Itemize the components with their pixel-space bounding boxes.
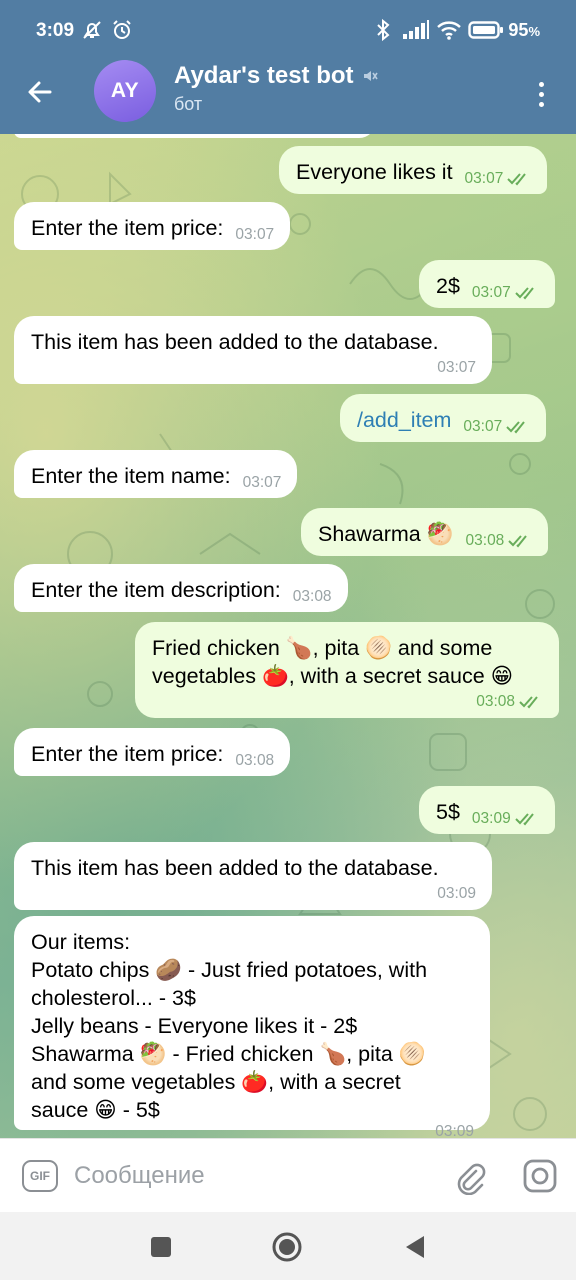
message-time: 03:08 xyxy=(465,532,505,549)
command-link[interactable]: /add_item xyxy=(357,408,451,432)
triangle-back-icon xyxy=(406,1236,424,1258)
square-icon xyxy=(151,1237,171,1257)
home-button[interactable] xyxy=(270,1230,304,1264)
message-time: 03:07 xyxy=(437,359,476,376)
battery-icon xyxy=(468,18,504,42)
chat-subtitle: бот xyxy=(174,94,203,114)
chat-toolbar: AY Aydar's test bot бот xyxy=(0,56,576,134)
message-incoming[interactable]: Enter the item name: 03:07 xyxy=(14,450,298,498)
message-outgoing[interactable]: /add_item 03:07 xyxy=(340,394,547,442)
bluetooth-icon xyxy=(374,18,394,42)
double-check-icon xyxy=(515,287,534,300)
double-check-icon xyxy=(506,421,525,434)
message-time: 03:09 xyxy=(471,810,511,827)
message-outgoing[interactable]: Shawarma 🥙 03:08 xyxy=(301,508,549,556)
silent-bell-icon xyxy=(80,18,104,42)
message-time: 03:07 xyxy=(471,284,511,301)
status-time: 3:09 xyxy=(36,20,75,41)
message-bubble-partial[interactable] xyxy=(14,134,376,138)
message-outgoing[interactable]: 5$ 03:09 xyxy=(419,786,555,834)
double-check-icon xyxy=(519,696,538,709)
message-time: 03:09 xyxy=(437,885,476,902)
message-incoming[interactable]: Our items: Potato chips 🥔 - Just fried p… xyxy=(14,916,490,1138)
back-nav-button[interactable] xyxy=(398,1230,432,1264)
message-incoming[interactable]: Enter the item description: 03:08 xyxy=(14,564,348,612)
camera-button[interactable] xyxy=(522,1158,558,1194)
message-outgoing[interactable]: Everyone likes it 03:07 xyxy=(279,146,548,194)
message-time: 03:07 xyxy=(235,226,275,243)
avatar[interactable]: AY xyxy=(94,60,156,122)
message-incoming[interactable]: Enter the item price: 03:07 xyxy=(14,202,291,250)
signal-icon xyxy=(402,18,430,42)
home-circle-icon xyxy=(272,1232,302,1262)
message-input[interactable] xyxy=(74,1159,434,1193)
message-time: 03:07 xyxy=(242,474,282,491)
back-button[interactable] xyxy=(22,74,58,110)
message-incoming[interactable]: Enter the item price: 03:08 xyxy=(14,728,291,776)
wifi-icon xyxy=(436,18,462,42)
message-composer: GIF xyxy=(0,1138,576,1212)
message-incoming[interactable]: This item has been added to the database… xyxy=(14,842,492,910)
arrow-left-icon xyxy=(28,81,52,103)
message-time: 03:08 xyxy=(292,588,332,605)
battery-percent: 95% xyxy=(508,20,540,40)
app-header: 3:09 95% AY Aydar's test bot бот xyxy=(0,0,576,134)
recents-button[interactable] xyxy=(144,1230,178,1264)
attach-button[interactable] xyxy=(452,1159,488,1196)
message-time: 03:08 xyxy=(235,752,275,769)
double-check-icon xyxy=(508,535,528,548)
message-time: 03:07 xyxy=(464,170,504,187)
speaker-muted-icon xyxy=(363,71,378,81)
system-nav-bar xyxy=(0,1212,576,1280)
more-vertical-icon[interactable] xyxy=(526,74,556,114)
double-check-icon xyxy=(507,173,527,186)
paperclip-icon xyxy=(457,1163,486,1196)
message-outgoing[interactable]: Fried chicken 🍗, pita 🫓 and some vegetab… xyxy=(135,622,559,718)
chat-area[interactable]: Everyone likes it 03:07 Enter the item p… xyxy=(0,134,576,1138)
instagram-camera-icon xyxy=(523,1159,557,1193)
chat-title-text: Aydar's test bot xyxy=(174,62,354,89)
double-check-icon xyxy=(515,813,534,826)
message-time: 03:08 xyxy=(476,693,515,710)
message-outgoing[interactable]: 2$ 03:07 xyxy=(419,260,555,308)
message-incoming[interactable]: This item has been added to the database… xyxy=(14,316,492,384)
status-bar: 3:09 95% xyxy=(0,0,576,64)
chat-title[interactable]: Aydar's test bot xyxy=(174,62,378,90)
message-time: 03:07 xyxy=(463,418,503,435)
alarm-clock-icon xyxy=(110,18,134,42)
gif-button[interactable]: GIF xyxy=(22,1160,58,1192)
